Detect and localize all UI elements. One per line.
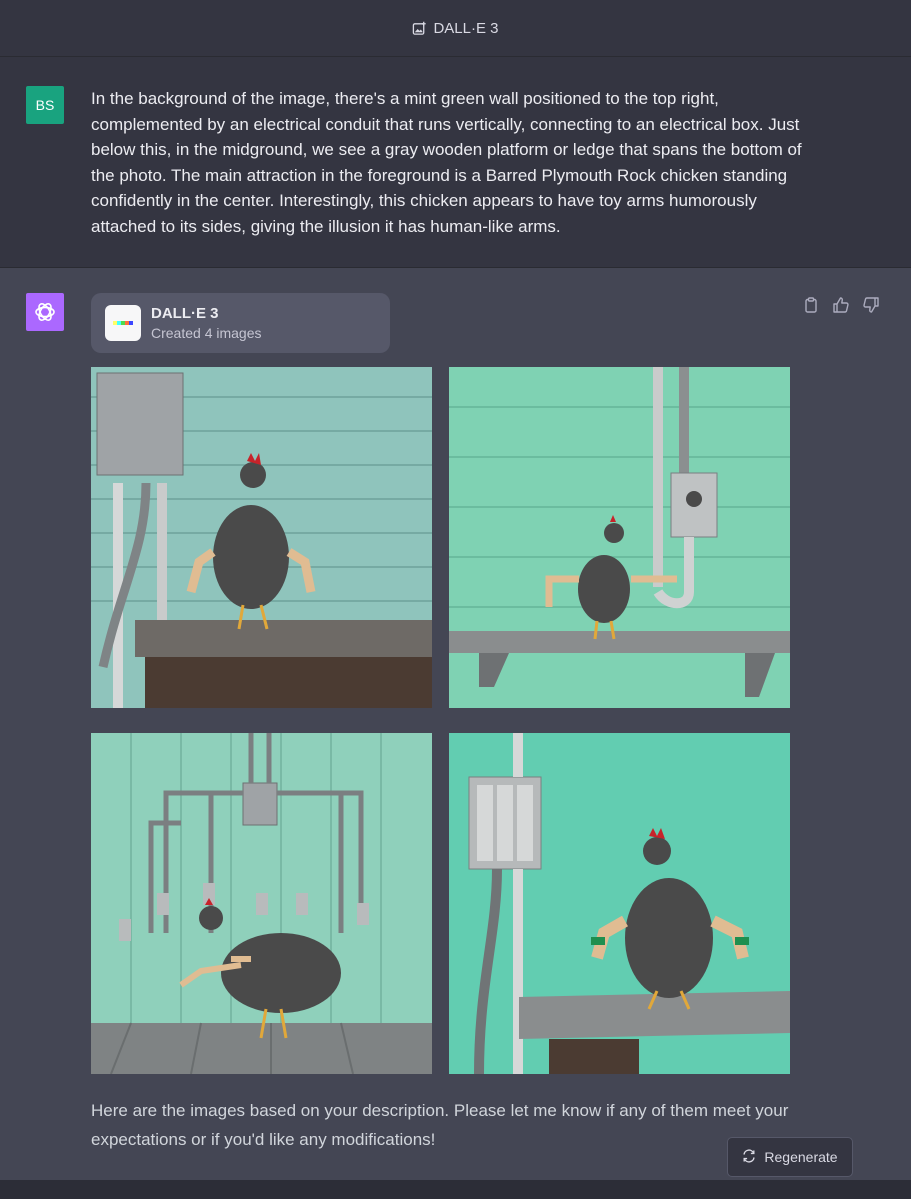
header-bar: DALL·E 3 xyxy=(0,0,911,57)
generated-image-3[interactable] xyxy=(91,733,432,1074)
dalle-logo-icon xyxy=(113,321,133,325)
tool-name: DALL·E 3 xyxy=(151,305,219,322)
generated-image-2[interactable] xyxy=(449,367,790,708)
tool-status: Created 4 images xyxy=(151,325,262,341)
tool-card[interactable]: DALL·E 3 Created 4 images xyxy=(91,293,390,353)
clipboard-icon[interactable] xyxy=(802,296,820,314)
bottom-bar xyxy=(0,1180,911,1199)
user-avatar: BS xyxy=(26,86,64,124)
message-actions xyxy=(802,296,880,314)
assistant-avatar xyxy=(26,293,64,331)
thumbs-up-icon[interactable] xyxy=(832,296,850,314)
regenerate-button[interactable]: Regenerate xyxy=(727,1137,853,1177)
header-title: DALL·E 3 xyxy=(433,19,499,37)
regenerate-label: Regenerate xyxy=(764,1149,838,1165)
generated-image-4[interactable] xyxy=(449,733,790,1074)
thumbs-down-icon[interactable] xyxy=(862,296,880,314)
image-add-icon xyxy=(412,21,427,36)
generated-image-1[interactable] xyxy=(91,367,432,708)
assistant-message-text: Here are the images based on your descri… xyxy=(91,1101,789,1149)
dalle-thumbnail xyxy=(105,305,141,341)
refresh-icon xyxy=(742,1148,756,1166)
user-message-text: In the background of the image, there's … xyxy=(91,89,802,236)
openai-logo-icon xyxy=(35,303,55,321)
